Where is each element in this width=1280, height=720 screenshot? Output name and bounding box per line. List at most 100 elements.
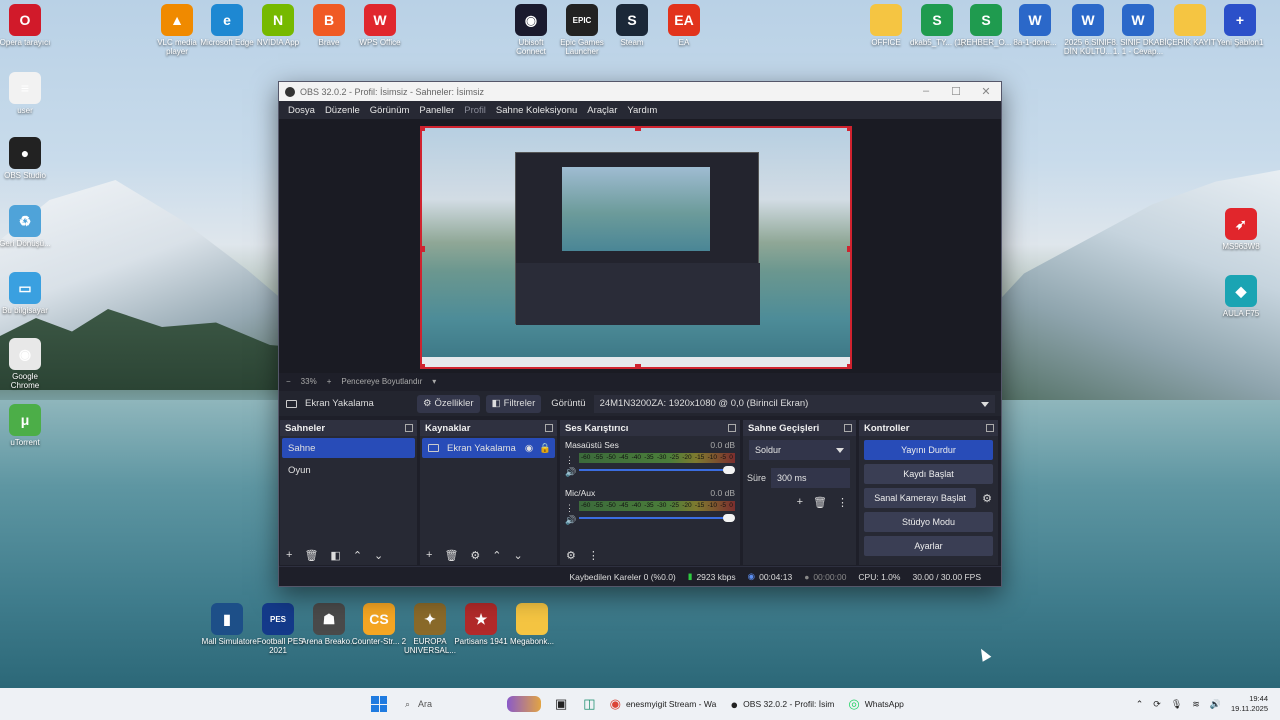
desktop-icon[interactable]: ★ Partisans 1941 — [453, 603, 509, 646]
desktop-icon[interactable]: ▲ VLC media player — [149, 4, 205, 56]
scene-item[interactable]: Oyun — [282, 460, 415, 480]
desktop-icon[interactable]: W 2025 6.SINIF DİN KÜLTÜ... — [1060, 4, 1116, 56]
desktop-icon[interactable]: ▭ Bu bilgisayar — [0, 272, 53, 315]
menu-araclar[interactable]: Araçlar — [582, 105, 622, 116]
preview-screen-capture[interactable] — [420, 126, 852, 369]
menu-gorunum[interactable]: Görünüm — [365, 105, 415, 116]
add-icon[interactable]: + — [426, 549, 432, 561]
close-button[interactable]: ✕ — [971, 85, 1001, 98]
chevron-up-icon[interactable]: ⌃ — [353, 549, 362, 562]
resize-handle-bl[interactable] — [422, 364, 425, 367]
chevron-up-icon[interactable]: ⌃ — [1136, 699, 1144, 710]
fit-to-window-button[interactable]: Pencereye Boyutlandır — [341, 377, 422, 386]
more-options-icon[interactable]: ⋮ — [565, 455, 574, 466]
lock-icon[interactable]: 🔒 — [539, 443, 551, 454]
resize-handle-r[interactable] — [847, 246, 850, 252]
desktop-icon[interactable]: ▮ Mall Simulator — [199, 603, 255, 646]
task-view-icon[interactable]: ▣ — [555, 688, 567, 720]
zoom-out-button[interactable]: − — [286, 377, 291, 386]
undock-icon[interactable] — [728, 424, 736, 432]
desktop-icon[interactable]: W 8a-1-done... — [1007, 4, 1063, 47]
menu-profil[interactable]: Profil — [459, 105, 491, 116]
virtual-camera-button[interactable]: Sanal Kamerayı Başlat — [864, 488, 977, 508]
stop-stream-button[interactable]: Yayını Durdur — [864, 440, 993, 460]
desktop-icon[interactable]: CS Counter-Str... 2 — [351, 603, 407, 646]
trash-icon[interactable]: 🗑 — [813, 496, 827, 509]
filter-icon[interactable]: ◧ — [330, 549, 340, 562]
source-item[interactable]: Ekran Yakalama ◉ 🔒 — [422, 438, 555, 458]
undock-icon[interactable] — [405, 424, 413, 432]
menu-sahne-koleksiyonu[interactable]: Sahne Koleksiyonu — [491, 105, 582, 116]
undock-icon[interactable] — [844, 424, 852, 432]
desktop-icon[interactable]: Sdkab5_TY... (1) — [909, 4, 965, 47]
eye-icon[interactable]: ◉ — [525, 443, 533, 454]
desktop-icon[interactable]: + Yeni Şablon1 — [1212, 4, 1268, 47]
volume-knob[interactable] — [723, 466, 735, 474]
gear-icon[interactable]: ⚙ — [982, 492, 992, 505]
resize-handle-br[interactable] — [847, 364, 850, 367]
obs-preview[interactable] — [279, 119, 1001, 373]
minimize-button[interactable]: – — [911, 85, 941, 98]
desktop-icon[interactable]: Megabonk... — [504, 603, 560, 646]
taskbar-app-chrome[interactable]: ◉ enesmyigit Stream - Wa — [610, 688, 717, 720]
volume-slider[interactable] — [579, 514, 735, 522]
menu-duzenle[interactable]: Düzenle — [320, 105, 365, 116]
resize-handle-l[interactable] — [422, 246, 425, 252]
resize-handle-tr[interactable] — [847, 128, 850, 131]
start-button[interactable] — [371, 688, 387, 720]
volume-icon[interactable]: 🔊 — [1210, 699, 1221, 710]
desktop-icon[interactable]: PES eFootball PES 2021 — [250, 603, 306, 655]
chevron-up-icon[interactable]: ⌃ — [492, 549, 501, 562]
duration-input[interactable]: 300 ms — [771, 468, 850, 488]
sync-icon[interactable]: ⟳ — [1153, 699, 1161, 710]
chevron-down-icon[interactable]: ⌄ — [514, 549, 523, 562]
desktop-icon[interactable]: B Brave — [301, 4, 357, 47]
add-icon[interactable]: + — [286, 549, 292, 561]
desktop-icon[interactable]: W 8. SINIF DKAB 1. 1 - Cevap... — [1110, 4, 1166, 56]
app-icon[interactable]: ◫ — [583, 688, 595, 720]
desktop-icon[interactable]: S Steam — [604, 4, 660, 47]
obs-titlebar[interactable]: OBS 32.0.2 - Profil: İsimsiz - Sahneler:… — [279, 82, 1001, 101]
desktop-icon[interactable]: EPIC Epic Games Launcher — [554, 4, 610, 56]
more-options-icon[interactable]: ⋮ — [837, 496, 848, 509]
chevron-down-icon[interactable]: ⌄ — [374, 549, 383, 562]
desktop-icon[interactable]: ≡ user — [0, 72, 53, 115]
desktop-icon[interactable]: EA EA — [656, 4, 712, 47]
settings-button[interactable]: Ayarlar — [864, 536, 993, 556]
undock-icon[interactable] — [545, 424, 553, 432]
desktop-icon[interactable]: N NVIDIA App — [250, 4, 306, 47]
gear-icon[interactable]: ⚙ — [470, 549, 480, 562]
zoom-dropdown-icon[interactable]: ▾ — [432, 377, 436, 386]
desktop-icon[interactable]: e Microsoft Edge — [199, 4, 255, 47]
more-options-icon[interactable]: ⋮ — [565, 503, 574, 514]
volume-slider[interactable] — [579, 466, 735, 474]
desktop-icon[interactable]: μ uTorrent — [0, 404, 53, 447]
studio-mode-button[interactable]: Stüdyo Modu — [864, 512, 993, 532]
microphone-icon[interactable]: 🎙 — [1171, 699, 1182, 710]
menu-paneller[interactable]: Paneller — [414, 105, 459, 116]
desktop-icon[interactable]: ● OBS Studio — [0, 137, 53, 180]
desktop-icon[interactable]: İÇERİK KAYIT — [1162, 4, 1218, 47]
undock-icon[interactable] — [986, 424, 994, 432]
desktop-icon[interactable]: S REHBER_O... — [958, 4, 1014, 47]
menu-yardim[interactable]: Yardım — [622, 105, 662, 116]
resize-handle-t[interactable] — [635, 128, 641, 131]
wifi-icon[interactable]: ≋ — [1192, 699, 1200, 710]
search-highlight-image[interactable] — [507, 696, 541, 712]
gear-icon[interactable]: ⚙ — [566, 549, 576, 562]
scene-item[interactable]: Sahne — [282, 438, 415, 458]
taskbar-app-obs[interactable]: ● OBS 32.0.2 - Profil: İsim — [730, 688, 834, 720]
maximize-button[interactable]: ☐ — [941, 85, 971, 98]
desktop-icon[interactable]: O Opera tarayıcı — [0, 4, 53, 47]
desktop-icon[interactable]: ♻ Geri Dönüşü... — [0, 205, 53, 248]
desktop-icon[interactable]: W WPS Office — [352, 4, 408, 47]
resize-handle-tl[interactable] — [422, 128, 425, 131]
speaker-icon[interactable]: 🔊 — [565, 515, 576, 526]
volume-knob[interactable] — [723, 514, 735, 522]
transition-select[interactable]: Soldur — [749, 440, 850, 460]
obs-window[interactable]: OBS 32.0.2 - Profil: İsimsiz - Sahneler:… — [278, 81, 1002, 587]
desktop-icon[interactable]: ☗ Arena Breako... — [301, 603, 357, 646]
desktop-icon[interactable]: ◉ Ubisoft Connect — [503, 4, 559, 56]
desktop-icon[interactable]: OFFICE — [858, 4, 914, 47]
trash-icon[interactable]: 🗑 — [444, 549, 458, 562]
